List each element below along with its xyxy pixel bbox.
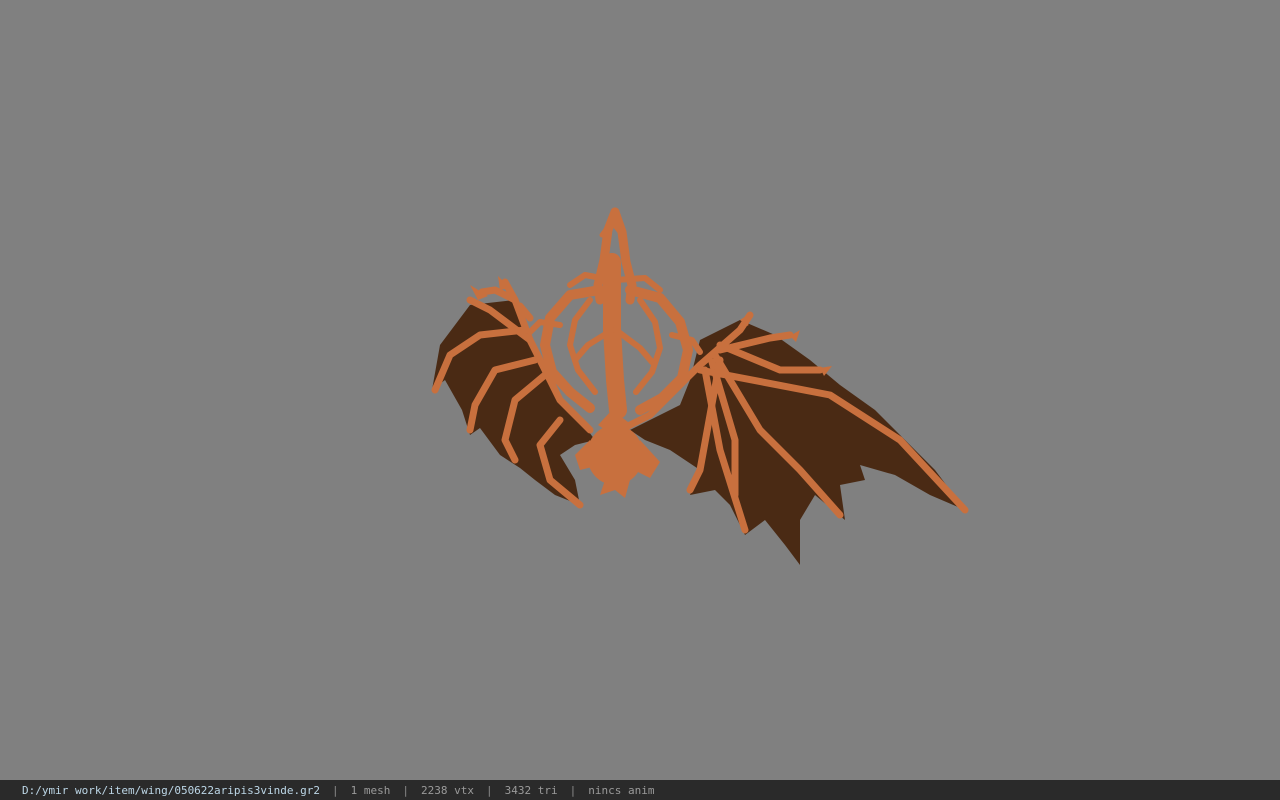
central-crest bbox=[527, 207, 703, 419]
3d-viewport[interactable] bbox=[0, 0, 1280, 780]
mesh-count: 1 mesh bbox=[350, 783, 391, 797]
anim-status: nincs anim bbox=[588, 783, 655, 797]
file-path: D:/ymir work/item/wing/050622aripis3vind… bbox=[22, 783, 321, 797]
separator: | bbox=[402, 783, 410, 797]
right-wing-membrane bbox=[630, 320, 965, 565]
triangle-count: 3432 tri bbox=[504, 783, 558, 797]
separator: | bbox=[569, 783, 577, 797]
status-bar: D:/ymir work/item/wing/050622aripis3vind… bbox=[0, 780, 1280, 800]
vertex-count: 2238 vtx bbox=[421, 783, 474, 797]
dragon-wings-model-icon bbox=[431, 207, 969, 565]
separator: | bbox=[486, 783, 493, 797]
separator: | bbox=[332, 783, 339, 797]
